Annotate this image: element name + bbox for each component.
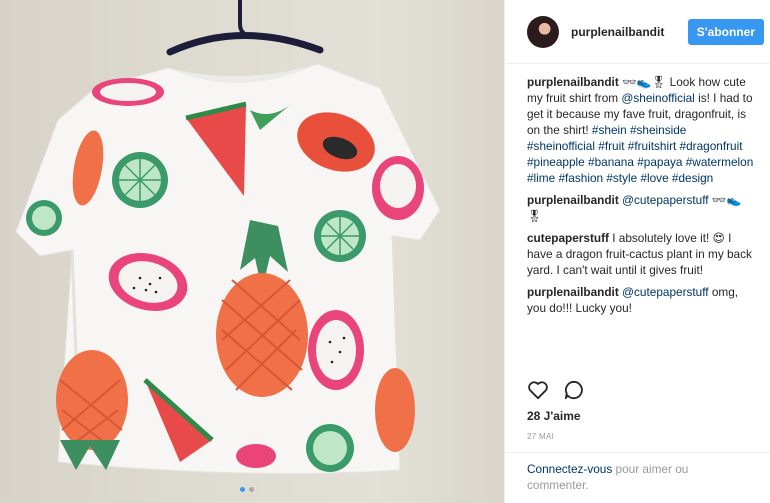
comments-list: purplenailbandit 👓👟🎖 Look how cute my fr… [505, 64, 770, 316]
comment-bubble-icon[interactable] [563, 380, 585, 400]
mention-link[interactable]: @cutepaperstuff [622, 285, 709, 299]
login-prompt: Connectez-vous pour aimer ou commenter. [505, 452, 770, 493]
mention-link[interactable]: @sheinofficial [621, 91, 694, 105]
author-username[interactable]: purplenailbandit [571, 25, 688, 39]
post-sidebar: purplenailbandit S'abonner purplenailban… [504, 0, 770, 503]
carousel-dot-1[interactable] [240, 487, 245, 492]
post-date: 27 MAI [527, 432, 555, 441]
instagram-post: purplenailbandit S'abonner purplenailban… [0, 0, 770, 503]
comment: purplenailbandit @cutepaperstuff omg, yo… [527, 284, 756, 316]
caption: purplenailbandit 👓👟🎖 Look how cute my fr… [527, 74, 756, 186]
fruit-shirt-image [15, 0, 441, 475]
caption-username[interactable]: purplenailbandit [527, 75, 619, 89]
follow-button[interactable]: S'abonner [687, 18, 764, 45]
mention-link[interactable]: @cutepaperstuff [622, 193, 709, 207]
like-count[interactable]: 28 J'aime [527, 409, 581, 423]
comment: cutepaperstuff I absolutely love it! 😍 I… [527, 230, 756, 278]
heart-icon[interactable] [527, 380, 549, 400]
login-link[interactable]: Connectez-vous [527, 462, 612, 476]
post-photo[interactable] [0, 0, 504, 503]
avatar[interactable] [527, 15, 559, 48]
post-actions [527, 380, 585, 400]
post-header: purplenailbandit S'abonner [505, 0, 770, 64]
comment: purplenailbandit @cutepaperstuff 👓👟🎖 [527, 192, 756, 224]
comment-username[interactable]: purplenailbandit [527, 285, 619, 299]
comment-username[interactable]: cutepaperstuff [527, 231, 609, 245]
carousel-indicator[interactable] [240, 487, 254, 492]
carousel-dot-2[interactable] [249, 487, 254, 492]
comment-username[interactable]: purplenailbandit [527, 193, 619, 207]
